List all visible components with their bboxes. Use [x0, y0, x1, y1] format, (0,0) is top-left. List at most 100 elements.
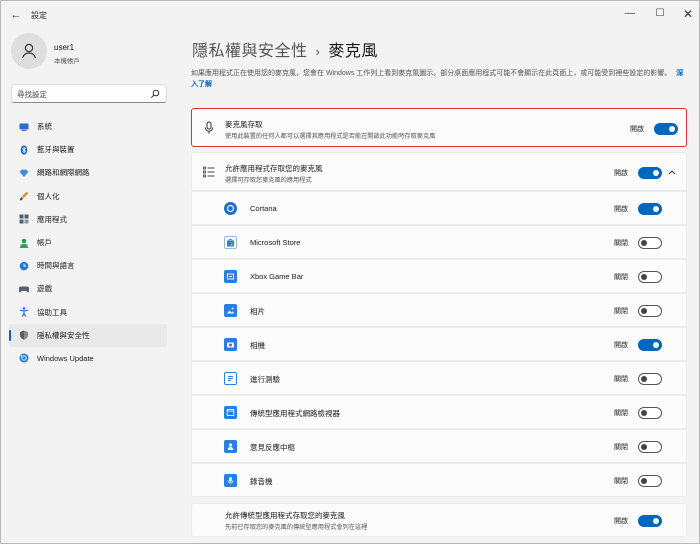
sidebar-item-time-language[interactable]: 時間與語言 — [9, 254, 167, 277]
minimize-button[interactable]: — — [616, 5, 644, 23]
toggle-state-label: 關閉 — [614, 308, 628, 315]
app-toggle[interactable] — [638, 407, 662, 419]
title-bar: ← 設定 — ☐ ✕ — [1, 1, 699, 29]
microphone-access-toggle[interactable] — [654, 123, 678, 135]
quiz-icon — [224, 372, 237, 385]
setting-subtitle: 選擇可存取您麥克風的應用程式 — [225, 177, 312, 184]
app-row-photos: 相片 關閉 — [191, 293, 687, 327]
page-title: 隱私權與安全性 › 麥克風 — [192, 37, 378, 61]
accessibility-icon — [19, 307, 29, 317]
app-row-voice-recorder: 錄音機 關閉 — [191, 463, 687, 497]
toggle-state-label: 關閉 — [614, 376, 628, 383]
sidebar-item-label: 時間與語言 — [37, 261, 75, 271]
app-microphone-access-setting[interactable]: 允許應用程式存取您的麥克風 選擇可存取您麥克風的應用程式 開啟 — [191, 152, 687, 191]
app-name: 進行測驗 — [250, 375, 280, 384]
search-icon[interactable] — [150, 89, 160, 99]
app-row-webview: 傳統型應用程式網路檢視器 關閉 — [191, 395, 687, 429]
toggle-state-label: 關閉 — [614, 240, 628, 247]
app-row-take-a-test: 進行測驗 關閉 — [191, 361, 687, 395]
app-toggle[interactable] — [638, 339, 662, 351]
setting-subtitle: 使用此裝置的任何人都可以選擇其應用程式是否能在開啟此功能時存取麥克風 — [225, 133, 436, 140]
person-icon — [20, 238, 28, 248]
apps-icon — [19, 214, 29, 224]
app-name: 傳統型應用程式網路檢視器 — [250, 409, 340, 418]
setting-title: 麥克風存取 — [225, 120, 263, 129]
user-account-type: 本機帳戶 — [54, 58, 80, 65]
webview-icon — [224, 406, 237, 419]
sidebar-item-label: 遊戲 — [37, 284, 52, 294]
maximize-button[interactable]: ☐ — [646, 5, 674, 23]
cortana-icon — [224, 202, 237, 215]
bluetooth-icon — [20, 145, 28, 155]
app-toggle[interactable] — [638, 305, 662, 317]
user-name: user1 — [54, 43, 75, 52]
microphone-icon — [204, 121, 214, 134]
update-icon — [19, 353, 29, 363]
back-button[interactable]: ← — [9, 8, 23, 22]
person-icon — [21, 43, 37, 59]
sidebar-item-label: 協助工具 — [37, 307, 67, 317]
globe-clock-icon — [19, 261, 29, 271]
wifi-icon — [19, 169, 29, 177]
sidebar-item-system[interactable]: 系統 — [9, 115, 167, 138]
toggle-state-label: 開啟 — [630, 126, 644, 133]
app-name: Microsoft Store — [250, 238, 301, 247]
app-microphone-access-toggle[interactable] — [638, 167, 662, 179]
sidebar-item-privacy-security[interactable]: 隱私權與安全性 — [9, 323, 167, 347]
sidebar-item-personalization[interactable]: 個人化 — [9, 185, 167, 208]
toggle-state-label: 開啟 — [614, 342, 628, 349]
sidebar-item-label: 個人化 — [37, 191, 60, 201]
sidebar-item-windows-update[interactable]: Windows Update — [9, 347, 167, 370]
sidebar-item-bluetooth[interactable]: 藍牙與裝置 — [9, 138, 167, 161]
sidebar-item-apps[interactable]: 應用程式 — [9, 208, 167, 231]
sidebar-item-gaming[interactable]: 遊戲 — [9, 277, 167, 300]
store-icon — [224, 236, 237, 249]
setting-title: 允許應用程式存取您的麥克風 — [225, 164, 323, 173]
toggle-state-label: 關閉 — [614, 444, 628, 451]
app-toggle[interactable] — [638, 441, 662, 453]
app-toggle[interactable] — [638, 237, 662, 249]
search-box[interactable] — [11, 84, 167, 103]
sidebar-item-network[interactable]: 網路和網際網路 — [9, 161, 167, 184]
microphone-access-setting: 麥克風存取 使用此裝置的任何人都可以選擇其應用程式是否能在開啟此功能時存取麥克風… — [191, 108, 687, 147]
app-toggle[interactable] — [638, 203, 662, 215]
app-toggle[interactable] — [638, 373, 662, 385]
sidebar-item-accounts[interactable]: 帳戶 — [9, 231, 167, 254]
description-text: 如果應用程式正在使用您的麥克風，您會在 Windows 工作列上看到麥克風圖示。… — [191, 70, 672, 77]
search-input[interactable] — [17, 89, 147, 100]
shield-icon — [20, 330, 28, 340]
setting-title: 允許傳統型應用程式存取您的麥克風 — [225, 511, 345, 520]
app-name: 相片 — [250, 307, 265, 316]
sidebar-item-label: 網路和網際網路 — [37, 168, 90, 178]
sidebar-nav: 系統 藍牙與裝置 網路和網際網路 個人化 應用程式 帳戶 時間與語言 遊戲 協助… — [9, 115, 167, 370]
sidebar-item-label: 藍牙與裝置 — [37, 145, 75, 155]
app-row-microsoft-store: Microsoft Store 關閉 — [191, 225, 687, 259]
sidebar-item-label: Windows Update — [37, 353, 94, 363]
breadcrumb-parent[interactable]: 隱私權與安全性 — [192, 43, 308, 60]
setting-subtitle: 先前已存取您的麥克風的傳統型應用程式會列在這裡 — [225, 524, 368, 531]
toggle-state-label: 關閉 — [614, 274, 628, 281]
app-toggle[interactable] — [638, 475, 662, 487]
avatar[interactable] — [11, 33, 47, 69]
system-icon — [19, 123, 29, 131]
toggle-state-label: 關閉 — [614, 410, 628, 417]
chevron-up-icon[interactable] — [668, 169, 676, 175]
app-toggle[interactable] — [638, 271, 662, 283]
sidebar-item-label: 應用程式 — [37, 214, 67, 224]
sidebar-item-label: 系統 — [37, 122, 52, 132]
desktop-apps-microphone-access-setting: 允許傳統型應用程式存取您的麥克風 先前已存取您的麥克風的傳統型應用程式會列在這裡… — [191, 503, 687, 537]
sidebar-item-label: 隱私權與安全性 — [37, 330, 90, 340]
sidebar-item-label: 帳戶 — [37, 238, 52, 248]
app-title: 設定 — [31, 11, 47, 20]
close-button[interactable]: ✕ — [674, 5, 700, 23]
app-name: Xbox Game Bar — [250, 272, 304, 281]
feedback-icon — [224, 440, 237, 453]
app-name: 錄音機 — [250, 477, 273, 486]
desktop-apps-microphone-toggle[interactable] — [638, 515, 662, 527]
toggle-state-label: 開啟 — [614, 206, 628, 213]
sidebar-item-accessibility[interactable]: 協助工具 — [9, 301, 167, 324]
list-icon — [203, 166, 215, 178]
app-row-camera: 相機 開啟 — [191, 327, 687, 361]
breadcrumb-current: 麥克風 — [328, 43, 378, 60]
app-row-cortana: Cortana 開啟 — [191, 191, 687, 225]
